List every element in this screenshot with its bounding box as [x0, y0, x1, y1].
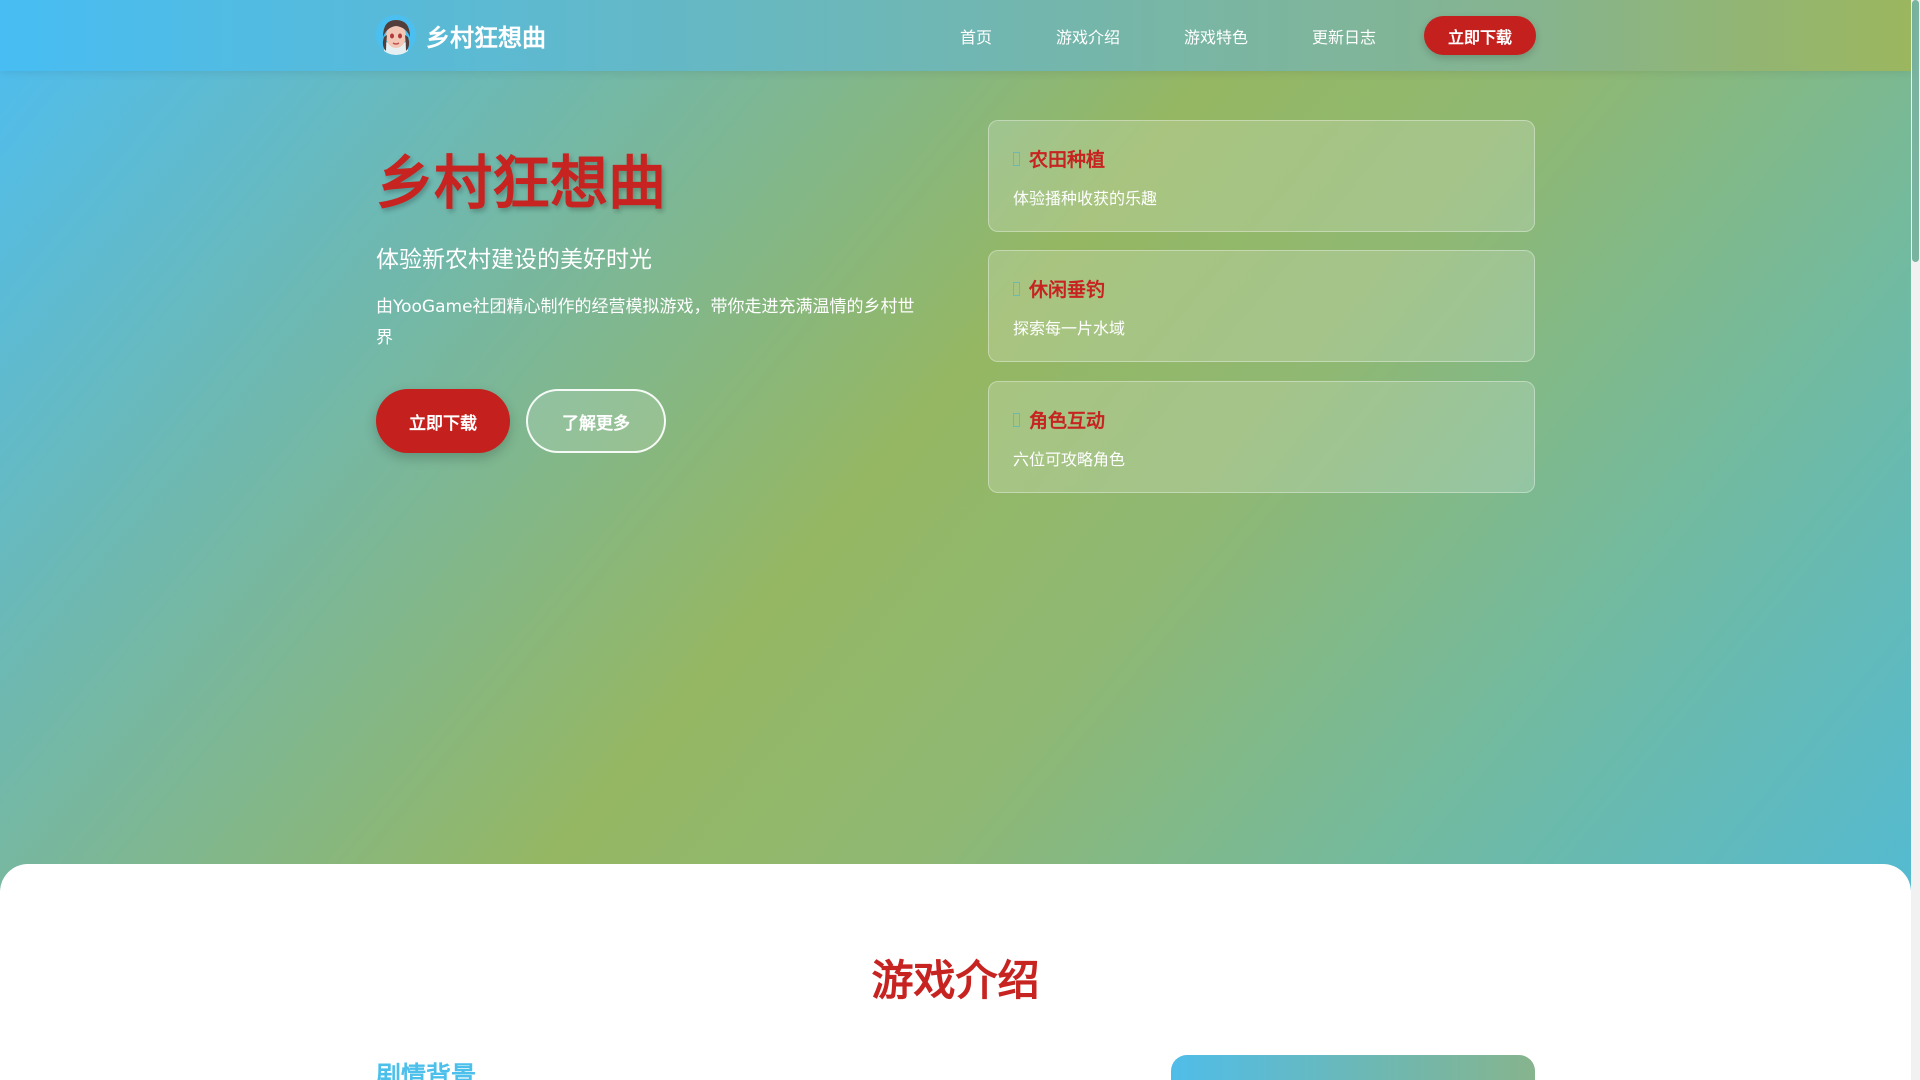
feature-card-fishing: 休闲垂钓 探索每一片水域 — [988, 250, 1535, 362]
game-intro-section: 游戏介绍 剧情背景 — [0, 864, 1911, 1080]
nav-link-game-features[interactable]: 游戏特色 — [1184, 24, 1248, 48]
user-icon — [1013, 412, 1020, 427]
top-navigation: 乡村狂想曲 首页 游戏介绍 游戏特色 更新日志 立即下载 — [0, 0, 1911, 71]
hero-description: 由YooGame社团精心制作的经营模拟游戏，带你走进充满温情的乡村世界 — [376, 297, 915, 348]
scrollbar[interactable] — [1911, 0, 1920, 1080]
feature-header: 休闲垂钓 — [1013, 275, 1105, 302]
plant-icon — [1013, 151, 1020, 166]
feature-description: 六位可攻略角色 — [1013, 450, 1126, 469]
section-title: 游戏介绍 — [871, 956, 1040, 1005]
feature-header: 农田种植 — [1013, 145, 1105, 172]
story-background-heading: 剧情背景 — [376, 1061, 477, 1080]
hero-title: 乡村狂想曲 — [376, 149, 667, 217]
feature-description: 体验播种收获的乐趣 — [1013, 189, 1158, 208]
fishing-icon — [1013, 281, 1020, 296]
learn-more-button[interactable]: 了解更多 — [526, 389, 666, 453]
nav-download-button[interactable]: 立即下载 — [1424, 16, 1536, 55]
hero-subtitle: 体验新农村建设的美好时光 — [376, 247, 652, 273]
avatar — [376, 15, 416, 55]
feature-description: 探索每一片水域 — [1013, 319, 1126, 338]
feature-title: 角色互动 — [1029, 410, 1106, 432]
page: 乡村狂想曲 首页 游戏介绍 游戏特色 更新日志 立即下载 乡村狂想曲 体验新农村… — [0, 0, 1920, 1080]
nav-link-changelog[interactable]: 更新日志 — [1312, 24, 1376, 48]
feature-header: 角色互动 — [1013, 406, 1105, 433]
nav-link-home[interactable]: 首页 — [960, 24, 992, 48]
brand-logo-link[interactable]: 乡村狂想曲 — [376, 14, 546, 56]
feature-title: 农田种植 — [1029, 149, 1106, 171]
intro-image-card — [1171, 1055, 1535, 1080]
feature-card-character: 角色互动 六位可攻略角色 — [988, 381, 1535, 493]
feature-card-farming: 农田种植 体验播种收获的乐趣 — [988, 120, 1535, 232]
scrollbar-thumb[interactable] — [1912, 0, 1919, 262]
brand-name: 乡村狂想曲 — [426, 23, 546, 52]
game-character-avatar-icon — [376, 15, 416, 55]
nav-link-game-intro[interactable]: 游戏介绍 — [1056, 24, 1120, 48]
feature-title: 休闲垂钓 — [1029, 279, 1106, 301]
hero-download-button[interactable]: 立即下载 — [376, 389, 510, 453]
